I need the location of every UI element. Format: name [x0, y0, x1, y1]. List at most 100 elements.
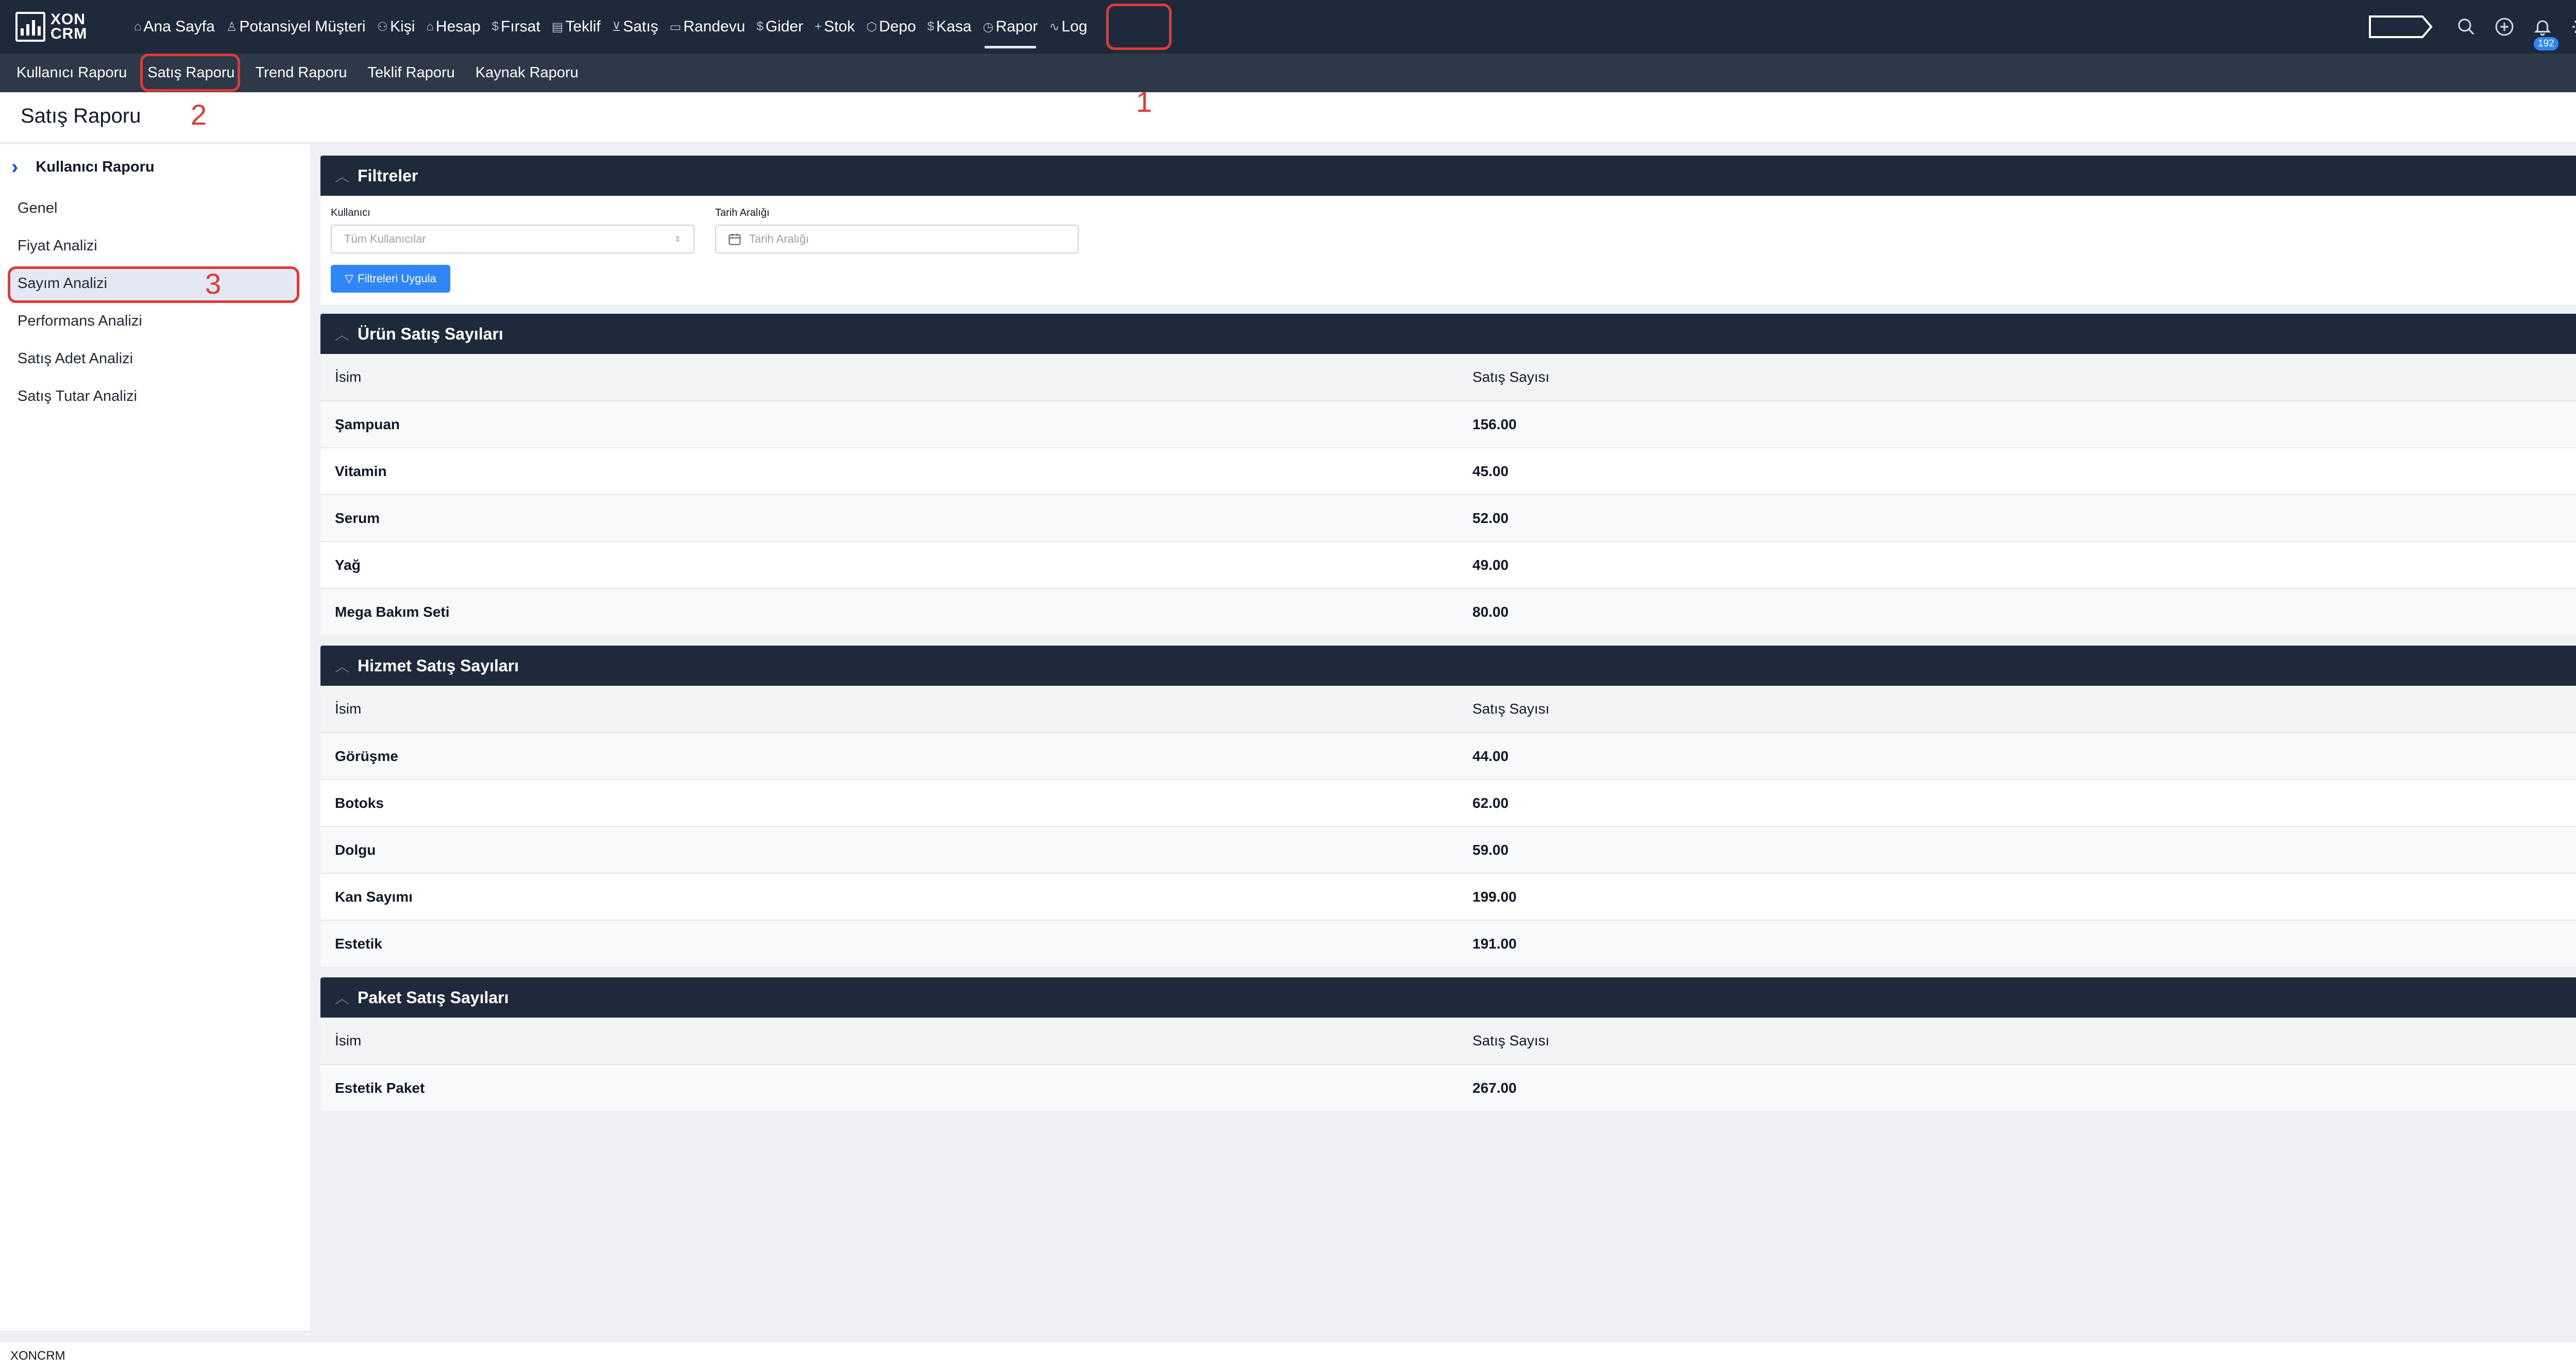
row-count: 80.00: [1472, 603, 1509, 620]
calendar-icon: [728, 233, 741, 245]
subnav-kaynak-raporu[interactable]: Kaynak Raporu: [465, 54, 589, 92]
package-sales-panel: ︿ Paket Satış Sayıları İsim Satış Sayısı…: [320, 977, 2576, 1111]
nav-item-depo[interactable]: ⬡ Depo: [860, 0, 922, 54]
row-count: 191.00: [1472, 935, 1517, 952]
row-name: Botoks: [335, 794, 384, 811]
sidebar-item-performans-analizi[interactable]: Performans Analizi: [18, 313, 142, 330]
table-body: Şampuan 156.00 Vitamin 45.00 Serum 52.00 Ya…: [320, 400, 2576, 635]
page-title: Satış Raporu: [21, 105, 141, 127]
sidebar-item-sayim-analizi[interactable]: Sayım Analizi: [18, 275, 107, 292]
nav-label: Potansiyel Müşteri: [239, 18, 366, 35]
subnav-teklif-raporu[interactable]: Teklif Raporu: [358, 54, 465, 92]
date-range-input[interactable]: Tarih Aralığı: [715, 225, 1079, 253]
chart-logo-icon: [15, 12, 45, 42]
notifications-button[interactable]: 192: [2523, 0, 2562, 54]
sidebar-section-header[interactable]: › Kullanıcı Raporu: [11, 156, 155, 179]
add-button[interactable]: [2485, 0, 2523, 54]
row-count: 267.00: [1472, 1079, 1517, 1096]
annotation-number-2: 2: [191, 98, 207, 131]
table-header: İsim Satış Sayısı: [320, 1018, 2576, 1064]
nav-label: Fırsat: [501, 18, 540, 35]
service-sales-panel: ︿ Hizmet Satış Sayıları İsim Satış Sayıs…: [320, 646, 2576, 967]
nav-item-firsat[interactable]: $ Fırsat: [486, 0, 546, 54]
sidebar-item-satis-tutar-analizi[interactable]: Satış Tutar Analizi: [18, 388, 137, 405]
sidebar-item-genel[interactable]: Genel: [18, 200, 57, 217]
row-name: Yağ: [335, 556, 361, 573]
brand-line-1: XON: [50, 11, 86, 28]
gear-icon: [2572, 20, 2576, 33]
search-icon: [2458, 19, 2475, 35]
nav-item-rapor[interactable]: ◷ Rapor: [977, 0, 1044, 54]
users-icon: ⚇: [377, 20, 388, 34]
subnav-kullanici-raporu[interactable]: Kullanıcı Raporu: [6, 54, 137, 92]
table-row: Görüşme 44.00: [320, 732, 2576, 779]
arrow-tag-icon[interactable]: [2368, 15, 2433, 39]
nav-label: Log: [1061, 18, 1088, 35]
row-count: 52.00: [1472, 510, 1509, 526]
nav-item-kisi[interactable]: ⚇ Kişi: [371, 0, 421, 54]
column-header-name: İsim: [335, 701, 362, 717]
nav-item-teklif[interactable]: ▤ Teklif: [546, 0, 606, 54]
brand-logo[interactable]: XON CRM: [15, 12, 95, 42]
dollar-icon: $: [756, 20, 764, 33]
settings-button[interactable]: [2562, 0, 2576, 54]
table-row: Dolgu 59.00: [320, 826, 2576, 873]
nav-item-ana-sayfa[interactable]: ⌂ Ana Sayfa: [128, 0, 221, 54]
service-sales-header[interactable]: ︿ Hizmet Satış Sayıları: [320, 646, 2576, 686]
nav-item-stok[interactable]: + Stok: [809, 0, 860, 54]
panel-title: Filtreler: [358, 166, 418, 185]
package-sales-header[interactable]: ︿ Paket Satış Sayıları: [320, 977, 2576, 1018]
nav-item-log[interactable]: ∿ Log: [1043, 0, 1093, 54]
user-filter-label: Kullanıcı: [331, 207, 370, 218]
user-select[interactable]: Tüm Kullanıcılar ⇕: [331, 225, 694, 253]
row-count: 59.00: [1472, 841, 1509, 858]
sidebar-item-satis-adet-analizi[interactable]: Satış Adet Analizi: [18, 350, 133, 367]
apply-filters-button[interactable]: ▽ Filtreleri Uygula: [331, 265, 450, 293]
search-button[interactable]: [2447, 0, 2485, 54]
subnav-trend-raporu[interactable]: Trend Raporu: [245, 54, 358, 92]
sidebar-item-fiyat-analizi[interactable]: Fiyat Analizi: [18, 238, 97, 255]
annotation-number-3: 3: [205, 267, 222, 300]
annotation-number-1: 1: [1136, 86, 1153, 118]
nav-item-gider[interactable]: $ Gider: [751, 0, 809, 54]
cart-icon: ⊻: [612, 20, 621, 34]
nav-item-kasa[interactable]: $ Kasa: [922, 0, 977, 54]
table-row: Serum 52.00: [320, 494, 2576, 541]
clock-icon: ◷: [982, 20, 994, 34]
subnav-satis-raporu[interactable]: Satış Raporu: [137, 54, 245, 92]
sidebar-header-label: Kullanıcı Raporu: [36, 159, 155, 175]
home-icon: ⌂: [134, 20, 142, 33]
dollar-icon: $: [492, 20, 499, 33]
nav-item-potansiyel-musteri[interactable]: ♙ Potansiyel Müşteri: [221, 0, 371, 54]
product-sales-panel: ︿ Ürün Satış Sayıları İsim Satış Sayısı …: [320, 314, 2576, 635]
table-header: İsim Satış Sayısı: [320, 686, 2576, 732]
filters-panel: ︿ Filtreler Kullanıcı Tüm Kullanıcılar ⇕…: [320, 156, 2576, 305]
table-row: Botoks 62.00: [320, 779, 2576, 826]
page-header: Satış Raporu: [0, 92, 2576, 143]
chevron-up-icon: ︿: [335, 168, 350, 184]
nav-label: Teklif: [565, 18, 601, 35]
plus-icon: +: [815, 20, 822, 33]
nav-item-satis[interactable]: ⊻ Satış: [606, 0, 664, 54]
row-name: Kan Sayımı: [335, 888, 413, 905]
product-sales-header[interactable]: ︿ Ürün Satış Sayıları: [320, 314, 2576, 354]
row-count: 45.00: [1472, 463, 1509, 479]
row-name: Serum: [335, 510, 380, 526]
top-navbar: XON CRM ⌂ Ana Sayfa ♙ Potansiyel Müşteri ⚇…: [0, 0, 2576, 54]
filter-icon: ▽: [345, 272, 354, 285]
row-name: Şampuan: [335, 416, 400, 432]
bell-icon: [2534, 20, 2551, 36]
row-count: 62.00: [1472, 794, 1509, 811]
table-row: Estetik Paket 267.00: [320, 1064, 2576, 1111]
panel-title: Hizmet Satış Sayıları: [358, 656, 519, 675]
chevron-up-icon: ︿: [335, 658, 350, 674]
user-icon: ♙: [226, 20, 238, 34]
nav-item-randevu[interactable]: ▭ Randevu: [664, 0, 751, 54]
nav-item-hesap[interactable]: ⌂ Hesap: [420, 0, 486, 54]
plus-circle-icon: [2495, 18, 2514, 36]
document-icon: ▤: [551, 20, 564, 34]
nav-label: Kasa: [936, 18, 972, 35]
filters-panel-header[interactable]: ︿ Filtreler: [320, 156, 2576, 196]
date-range-placeholder: Tarih Aralığı: [749, 232, 809, 245]
table-body: Görüşme 44.00 Botoks 62.00 Dolgu 59.00 Kan …: [320, 732, 2576, 967]
